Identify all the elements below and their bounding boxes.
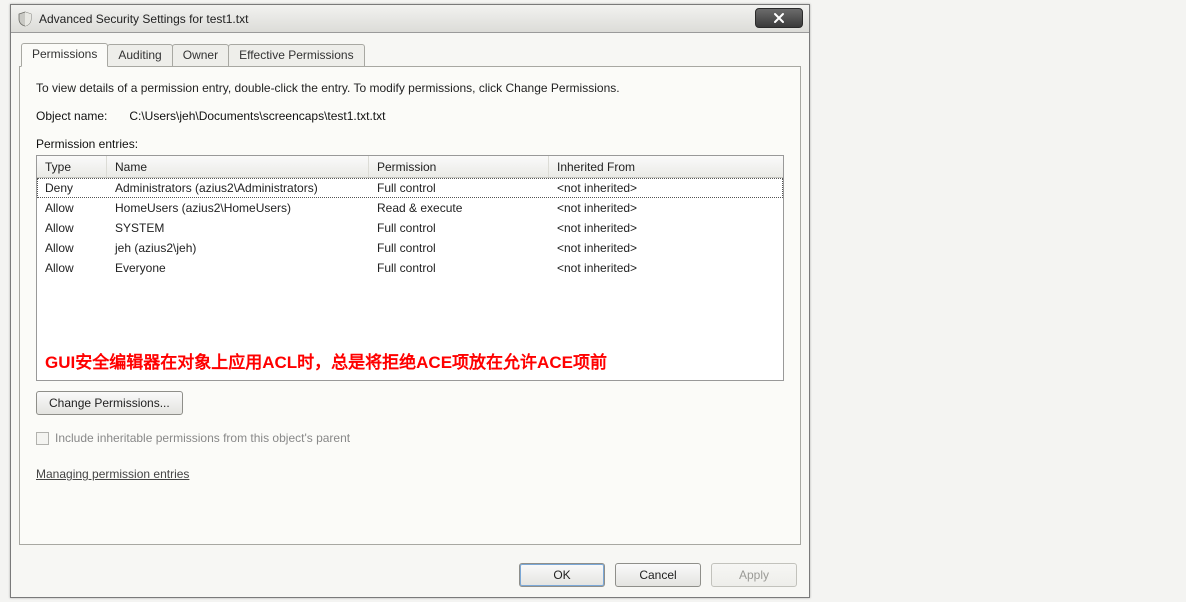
change-permissions-button[interactable]: Change Permissions... (36, 391, 183, 415)
column-header-row: Type Name Permission Inherited From (37, 156, 783, 178)
permission-row[interactable]: Allow SYSTEM Full control <not inherited… (37, 218, 783, 238)
dialog-client-area: Permissions Auditing Owner Effective Per… (11, 33, 809, 597)
permission-entries-label: Permission entries: (36, 137, 784, 151)
cell-permission: Full control (369, 218, 549, 238)
tab-effective-permissions[interactable]: Effective Permissions (228, 44, 365, 66)
cell-type: Allow (37, 238, 107, 258)
tab-strip: Permissions Auditing Owner Effective Per… (19, 43, 801, 67)
object-name-row: Object name: C:\Users\jeh\Documents\scre… (36, 109, 784, 123)
tab-permissions[interactable]: Permissions (21, 43, 108, 67)
column-header-type[interactable]: Type (37, 156, 107, 177)
tab-auditing[interactable]: Auditing (107, 44, 172, 66)
column-header-permission[interactable]: Permission (369, 156, 549, 177)
object-name-value: C:\Users\jeh\Documents\screencaps\test1.… (129, 109, 385, 123)
cell-inherited: <not inherited> (549, 238, 783, 258)
cell-permission: Full control (369, 178, 549, 198)
cell-type: Deny (37, 178, 107, 198)
shield-icon (17, 11, 33, 27)
dialog-footer: OK Cancel Apply (519, 563, 797, 587)
advanced-security-dialog: Advanced Security Settings for test1.txt… (10, 4, 810, 598)
ok-button[interactable]: OK (519, 563, 605, 587)
cell-inherited: <not inherited> (549, 178, 783, 198)
cell-name: Administrators (azius2\Administrators) (107, 178, 369, 198)
column-header-inherited[interactable]: Inherited From (549, 156, 783, 177)
permission-row[interactable]: Deny Administrators (azius2\Administrato… (37, 178, 783, 198)
cell-inherited: <not inherited> (549, 218, 783, 238)
tab-owner[interactable]: Owner (172, 44, 229, 66)
permission-rows: Deny Administrators (azius2\Administrato… (37, 178, 783, 278)
cell-type: Allow (37, 198, 107, 218)
permission-row[interactable]: Allow jeh (azius2\jeh) Full control <not… (37, 238, 783, 258)
include-inheritable-checkbox[interactable] (36, 432, 49, 445)
object-name-label: Object name: (36, 109, 126, 123)
permission-entries-list[interactable]: Type Name Permission Inherited From Deny… (36, 155, 784, 381)
cell-permission: Full control (369, 258, 549, 278)
cell-type: Allow (37, 218, 107, 238)
titlebar: Advanced Security Settings for test1.txt (11, 5, 809, 33)
window-title: Advanced Security Settings for test1.txt (39, 12, 248, 26)
cell-name: HomeUsers (azius2\HomeUsers) (107, 198, 369, 218)
cell-inherited: <not inherited> (549, 198, 783, 218)
external-annotation-text: GUI安全编辑器在对象上应用ACL时，总是将拒绝ACE项放在允许ACE项前 (45, 351, 775, 376)
permissions-panel: To view details of a permission entry, d… (19, 67, 801, 545)
cell-type: Allow (37, 258, 107, 278)
permission-row[interactable]: Allow Everyone Full control <not inherit… (37, 258, 783, 278)
cell-permission: Read & execute (369, 198, 549, 218)
close-button[interactable] (755, 8, 803, 28)
cell-name: Everyone (107, 258, 369, 278)
include-inheritable-row: Include inheritable permissions from thi… (36, 431, 784, 445)
managing-permission-entries-link[interactable]: Managing permission entries (36, 467, 189, 481)
permission-row[interactable]: Allow HomeUsers (azius2\HomeUsers) Read … (37, 198, 783, 218)
cell-inherited: <not inherited> (549, 258, 783, 278)
column-header-name[interactable]: Name (107, 156, 369, 177)
include-inheritable-label: Include inheritable permissions from thi… (55, 431, 350, 445)
instruction-text: To view details of a permission entry, d… (36, 81, 784, 95)
cell-name: SYSTEM (107, 218, 369, 238)
cell-name: jeh (azius2\jeh) (107, 238, 369, 258)
cancel-button[interactable]: Cancel (615, 563, 701, 587)
apply-button: Apply (711, 563, 797, 587)
cell-permission: Full control (369, 238, 549, 258)
